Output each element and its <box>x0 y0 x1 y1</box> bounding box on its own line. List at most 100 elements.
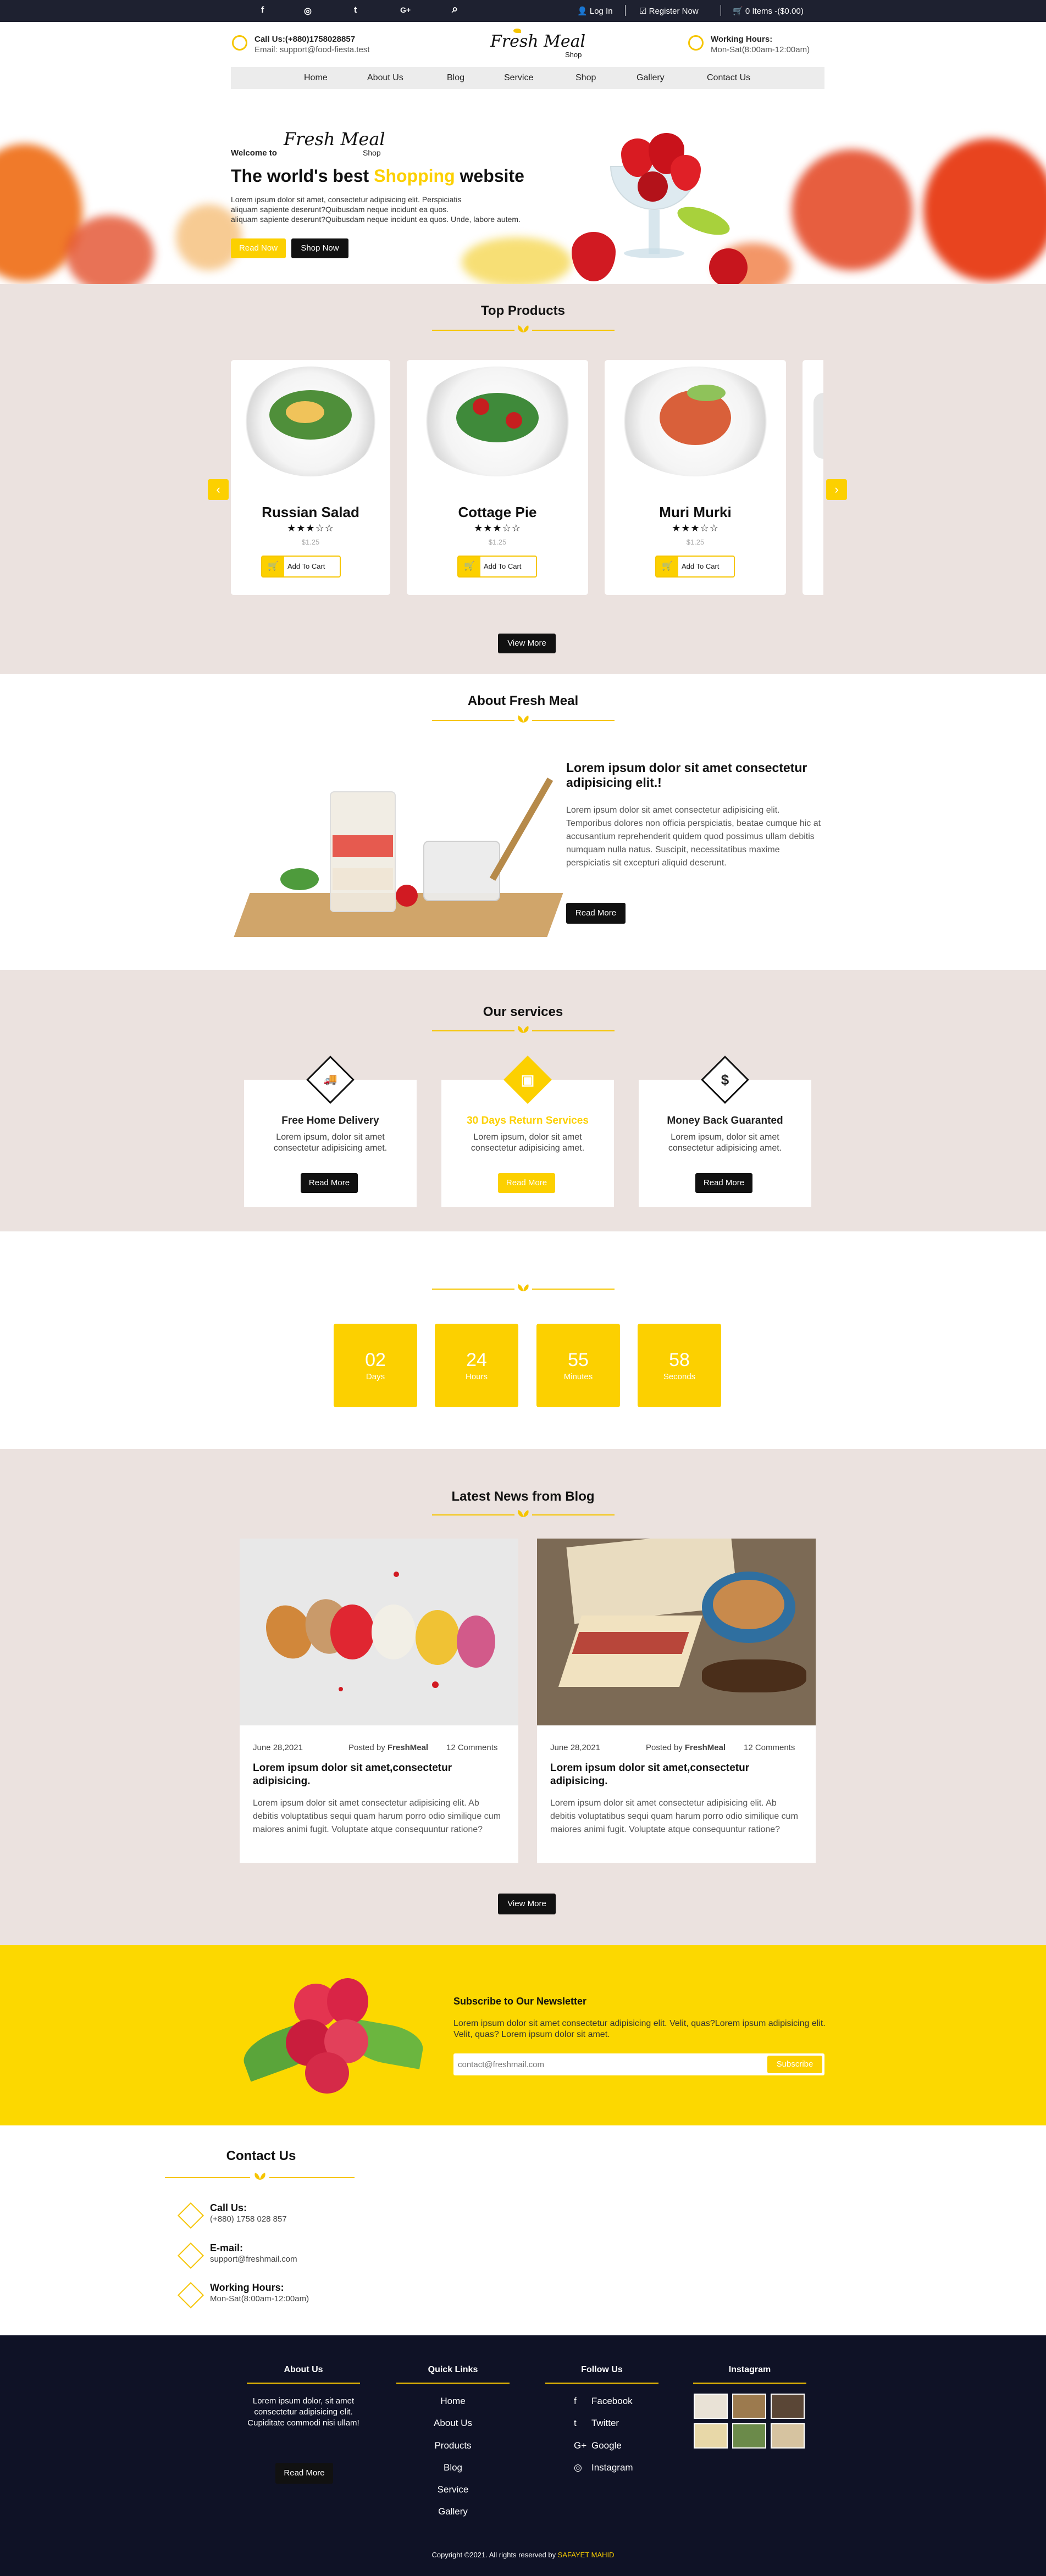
service-desc: Lorem ipsum, dolor sit amet consectetur … <box>471 1132 585 1153</box>
read-now-button[interactable]: Read Now <box>231 238 286 258</box>
leaf-icon <box>254 2173 265 2180</box>
footer-facebook-link[interactable]: f Facebook <box>574 2396 633 2407</box>
facebook-icon[interactable]: f <box>261 5 264 15</box>
title-divider <box>432 1514 514 1515</box>
footer-link-about[interactable]: About Us <box>398 2418 508 2429</box>
products-view-more-button[interactable]: View More <box>498 634 556 653</box>
instagram-thumb[interactable] <box>771 2394 805 2419</box>
footer-google-link[interactable]: G+ Google <box>574 2440 622 2451</box>
contact-email-value: support@freshmail.com <box>210 2255 297 2264</box>
title-divider <box>532 720 615 721</box>
logo-leaf <box>513 29 521 33</box>
blog-image-coffee <box>537 1539 816 1725</box>
instagram-icon: ◎ <box>574 2462 582 2473</box>
footer-instagram-label: Instagram <box>591 2462 633 2473</box>
cart-link[interactable]: 🛒 0 Items -($0.00) <box>733 6 804 16</box>
facebook-icon: f <box>574 2396 577 2406</box>
carousel-prev-button[interactable]: ‹ <box>208 479 229 500</box>
search-icon[interactable]: ⌕ <box>452 3 458 16</box>
product-card[interactable]: Cottage Pie ★★★☆☆ $1.25 🛒 Add To Cart <box>407 360 588 595</box>
instagram-icon[interactable]: ◎ <box>304 5 312 16</box>
raspberry-image <box>237 1975 427 2102</box>
blog-author[interactable]: FreshMeal <box>685 1743 726 1752</box>
newsletter-form: Subscribe <box>453 2053 824 2075</box>
blog-view-more-button[interactable]: View More <box>498 1894 556 1914</box>
instagram-thumb[interactable] <box>732 2423 766 2449</box>
hero-logo-sub: Shop <box>363 148 381 157</box>
product-card[interactable]: Muri Murki ★★★☆☆ $1.25 🛒 Add To Cart <box>605 360 786 595</box>
copyright-author[interactable]: SAFAYET MAHID <box>558 2551 615 2559</box>
title-divider <box>432 1030 514 1031</box>
copyright: Copyright ©2021. All rights reserved by … <box>0 2551 1046 2559</box>
user-icon: 👤 <box>577 7 590 16</box>
nav-shop[interactable]: Shop <box>575 73 596 83</box>
about-read-more-button[interactable]: Read More <box>566 903 626 924</box>
contact-title: Contact Us <box>226 2148 296 2163</box>
twitter-icon[interactable]: t <box>354 5 357 15</box>
instagram-thumb[interactable] <box>732 2394 766 2419</box>
countdown-label: Hours <box>465 1372 488 1381</box>
nav-service[interactable]: Service <box>504 73 533 83</box>
nav-about[interactable]: About Us <box>367 73 403 83</box>
add-to-cart-button[interactable]: 🛒 Add To Cart <box>655 556 735 578</box>
phone-icon <box>232 35 247 51</box>
dollar-glyph: $ <box>721 1072 729 1088</box>
leaf-icon <box>518 715 529 723</box>
footer-google-label: Google <box>591 2440 622 2451</box>
footer-link-products[interactable]: Products <box>398 2440 508 2451</box>
nav-blog[interactable]: Blog <box>447 73 464 83</box>
blog-post-desc: Lorem ipsum dolor sit amet consectetur a… <box>253 1798 501 1834</box>
add-to-cart-button[interactable]: 🛒 Add To Cart <box>457 556 537 578</box>
leaf-icon <box>518 1284 529 1291</box>
footer-divider <box>693 2383 806 2384</box>
footer-link-gallery[interactable]: Gallery <box>398 2506 508 2517</box>
blog-card[interactable]: June 28,2021 Posted by FreshMeal 12 Comm… <box>240 1539 518 1863</box>
add-to-cart-button[interactable]: 🛒 Add To Cart <box>261 556 341 578</box>
service-read-more-button[interactable]: Read More <box>498 1173 555 1193</box>
carousel-next-button[interactable]: › <box>826 479 847 500</box>
login-link[interactable]: 👤 Log In <box>577 6 613 16</box>
service-read-more-button[interactable]: Read More <box>301 1173 358 1193</box>
cart-icon: 🛒 <box>458 557 480 576</box>
footer-link-home[interactable]: Home <box>398 2396 508 2407</box>
footer-instagram-link[interactable]: ◎ Instagram <box>574 2462 633 2473</box>
register-link[interactable]: ☑ Register Now <box>639 6 699 16</box>
leaf-icon <box>518 325 529 332</box>
blog-date: June 28,2021 <box>253 1743 303 1752</box>
countdown-value: 58 <box>669 1350 690 1370</box>
service-read-more-button[interactable]: Read More <box>695 1173 752 1193</box>
footer-follow-title: Follow Us <box>581 2365 623 2374</box>
shop-now-button[interactable]: Shop Now <box>291 238 348 258</box>
nav-gallery[interactable]: Gallery <box>637 73 665 83</box>
nav-home[interactable]: Home <box>304 73 328 83</box>
logo[interactable]: Fresh Meal Shop <box>486 29 596 62</box>
instagram-thumb[interactable] <box>771 2423 805 2449</box>
newsletter-email-input[interactable] <box>458 2058 766 2071</box>
nav-contact[interactable]: Contact Us <box>707 73 750 83</box>
instagram-thumb[interactable] <box>694 2423 728 2449</box>
blog-comments[interactable]: 12 Comments <box>446 1743 497 1752</box>
add-to-cart-label: Add To Cart <box>287 562 325 570</box>
instagram-thumb[interactable] <box>694 2394 728 2419</box>
top-bar: f ◎ t G+ ⌕ 👤 Log In ☑ Register Now 🛒 0 I… <box>0 0 1046 22</box>
blog-post-title[interactable]: Lorem ipsum dolor sit amet,consectetur a… <box>253 1762 495 1788</box>
blog-comments[interactable]: 12 Comments <box>744 1743 795 1752</box>
footer-twitter-link[interactable]: t Twitter <box>574 2418 619 2429</box>
footer-read-more-button[interactable]: Read More <box>275 2463 333 2484</box>
product-name: Muri Murki <box>659 504 732 520</box>
google-plus-icon[interactable]: G+ <box>400 5 411 14</box>
service-title: 30 Days Return Services <box>467 1115 589 1126</box>
footer-link-blog[interactable]: Blog <box>398 2462 508 2473</box>
product-card-partial[interactable] <box>803 360 823 595</box>
footer <box>0 2335 1046 2576</box>
blog-author[interactable]: FreshMeal <box>388 1743 428 1752</box>
subscribe-button[interactable]: Subscribe <box>767 2056 822 2073</box>
blog-post-title[interactable]: Lorem ipsum dolor sit amet,consectetur a… <box>550 1762 792 1788</box>
delivery-truck-glyph: 🚚 <box>323 1074 337 1086</box>
footer-link-service[interactable]: Service <box>398 2484 508 2495</box>
product-price: $1.25 <box>686 538 705 546</box>
product-card[interactable]: Russian Salad ★★★☆☆ $1.25 🛒 Add To Cart <box>231 360 390 595</box>
product-rating: ★★★☆☆ <box>672 523 719 534</box>
blog-card[interactable]: June 28,2021 Posted by FreshMeal 12 Comm… <box>537 1539 816 1863</box>
title-divider <box>432 720 514 721</box>
